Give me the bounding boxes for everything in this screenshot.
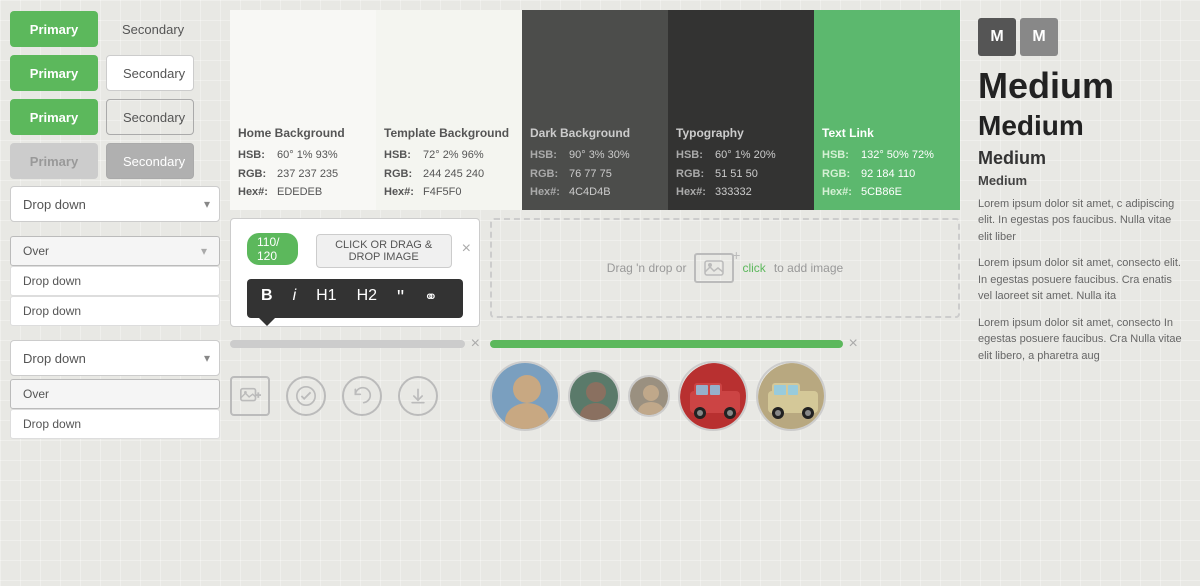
button-row-4: Primary Secondary	[10, 142, 220, 180]
button-row-2: Primary Secondary	[10, 54, 220, 92]
avatars-row	[490, 361, 960, 431]
typo-para-1: Lorem ipsum dolor sit amet, c adipiscing…	[978, 196, 1182, 246]
swatch-dark-bg: Dark Background HSB:90° 3% 30% RGB:76 77…	[522, 10, 668, 210]
icons-avatars-row	[230, 361, 960, 431]
char-counter: 110/ 120	[247, 233, 298, 265]
typo-para-3: Lorem ipsum dolor sit amet, consecto In …	[978, 315, 1182, 365]
swatch-home-bg: Home Background HSB:60° 1% 93% RGB:237 2…	[230, 10, 376, 210]
button-row-3: Primary Secondary	[10, 98, 220, 136]
secondary-button-2[interactable]: Secondary	[106, 55, 194, 91]
progress-area-2: ×	[490, 335, 960, 353]
color-swatches: Home Background HSB:60° 1% 93% RGB:237 2…	[230, 10, 960, 210]
dropdown-item-3[interactable]: Drop down	[10, 409, 220, 439]
bold-button[interactable]: B	[255, 285, 279, 312]
download-icon[interactable]	[398, 376, 438, 416]
editor-top-row: 110/ 120 CLICK OR DRAG & DROP IMAGE × B …	[230, 218, 960, 327]
h1-button[interactable]: H1	[310, 285, 342, 312]
dropdown-select[interactable]: Drop down	[10, 186, 220, 222]
image-placeholder-icon	[694, 253, 734, 283]
link-button[interactable]: ⚭	[418, 285, 443, 312]
editor-section: 110/ 120 CLICK OR DRAG & DROP IMAGE × B …	[230, 218, 960, 576]
typo-para-2: Lorem ipsum dolor sit amet, consecto eli…	[978, 255, 1182, 305]
add-image-text: to add image	[774, 261, 843, 275]
typo-h1: Medium	[978, 66, 1182, 106]
right-panel: M M Medium Medium Medium Medium Lorem ip…	[970, 10, 1190, 576]
vehicle-thumb-2	[756, 361, 826, 431]
typo-h2: Medium	[978, 110, 1182, 142]
drop-text: Drag 'n drop or	[607, 261, 687, 275]
swatch-template-bg: Template Background HSB:72° 2% 96% RGB:2…	[376, 10, 522, 210]
check-circle-icon[interactable]	[286, 376, 326, 416]
avatar-3	[628, 375, 670, 417]
dropdown-over-item-2[interactable]: Over	[10, 379, 220, 409]
upload-button[interactable]: CLICK OR DRAG & DROP IMAGE	[316, 234, 452, 268]
button-row-1: Primary Secondary	[10, 10, 220, 48]
refresh-icon[interactable]	[342, 376, 382, 416]
medium-icons-row: M M	[978, 18, 1182, 56]
primary-button-4-disabled: Primary	[10, 143, 98, 179]
primary-button-2[interactable]: Primary	[10, 55, 98, 91]
add-image-icon[interactable]	[230, 376, 270, 416]
swatch-textlink-title: Text Link	[822, 126, 952, 140]
vehicle-thumb-1	[678, 361, 748, 431]
swatch-template-title: Template Background	[384, 126, 514, 140]
dropdown-list-section: Over Drop down Drop down	[10, 236, 220, 326]
dropdown-item-1[interactable]: Drop down	[10, 266, 220, 296]
dropdown-over-item[interactable]: Over	[10, 236, 220, 266]
dropdown-wrapper[interactable]: Drop down	[10, 186, 220, 222]
quote-button[interactable]: "	[391, 285, 410, 312]
secondary-button-3[interactable]: Secondary	[106, 99, 194, 135]
typo-body-sm: Medium	[978, 173, 1182, 188]
action-icons-row	[230, 372, 480, 420]
primary-button-1[interactable]: Primary	[10, 11, 98, 47]
dropdown-list-section-2: Drop down Over Drop down	[10, 340, 220, 439]
image-dropzone[interactable]: Drag 'n drop or click to add image	[490, 218, 960, 318]
progress-bar-gray	[230, 340, 465, 348]
italic-button[interactable]: i	[287, 285, 303, 312]
dropdown-wrapper-2[interactable]: Drop down	[10, 340, 220, 376]
avatar-2	[568, 370, 620, 422]
swatch-typography-title: Typography	[676, 126, 806, 140]
swatch-home-title: Home Background	[238, 126, 368, 140]
click-add-text[interactable]: click	[742, 261, 765, 275]
medium-icon-light: M	[1020, 18, 1058, 56]
swatch-dark-title: Dark Background	[530, 126, 660, 140]
progress-bars-row: × ×	[230, 335, 960, 353]
swatch-typography: Typography HSB:60° 1% 20% RGB:51 51 50 H…	[668, 10, 814, 210]
dropdown-item-2[interactable]: Drop down	[10, 296, 220, 326]
toolbar-arrow	[259, 318, 275, 326]
progress-bar-green	[490, 340, 843, 348]
h2-button[interactable]: H2	[351, 285, 383, 312]
avatar-1	[490, 361, 560, 431]
dropdown-select-2[interactable]: Drop down	[10, 340, 220, 376]
typo-h3: Medium	[978, 148, 1182, 169]
progress-close-1[interactable]: ×	[471, 335, 480, 353]
secondary-button-1[interactable]: Secondary	[106, 11, 194, 47]
secondary-button-4[interactable]: Secondary	[106, 143, 194, 179]
text-editor-panel: 110/ 120 CLICK OR DRAG & DROP IMAGE × B …	[230, 218, 480, 327]
progress-close-2[interactable]: ×	[849, 335, 858, 353]
close-upload-icon[interactable]: ×	[462, 240, 471, 258]
primary-button-3[interactable]: Primary	[10, 99, 98, 135]
progress-area-1: ×	[230, 335, 480, 353]
swatch-textlink: Text Link HSB:132° 50% 72% RGB:92 184 11…	[814, 10, 960, 210]
editor-toolbar: B i H1 H2 " ⚭	[247, 279, 463, 318]
middle-panel: Home Background HSB:60° 1% 93% RGB:237 2…	[230, 10, 960, 576]
medium-icon-dark: M	[978, 18, 1016, 56]
left-panel: Primary Secondary Primary Secondary Prim…	[10, 10, 220, 576]
